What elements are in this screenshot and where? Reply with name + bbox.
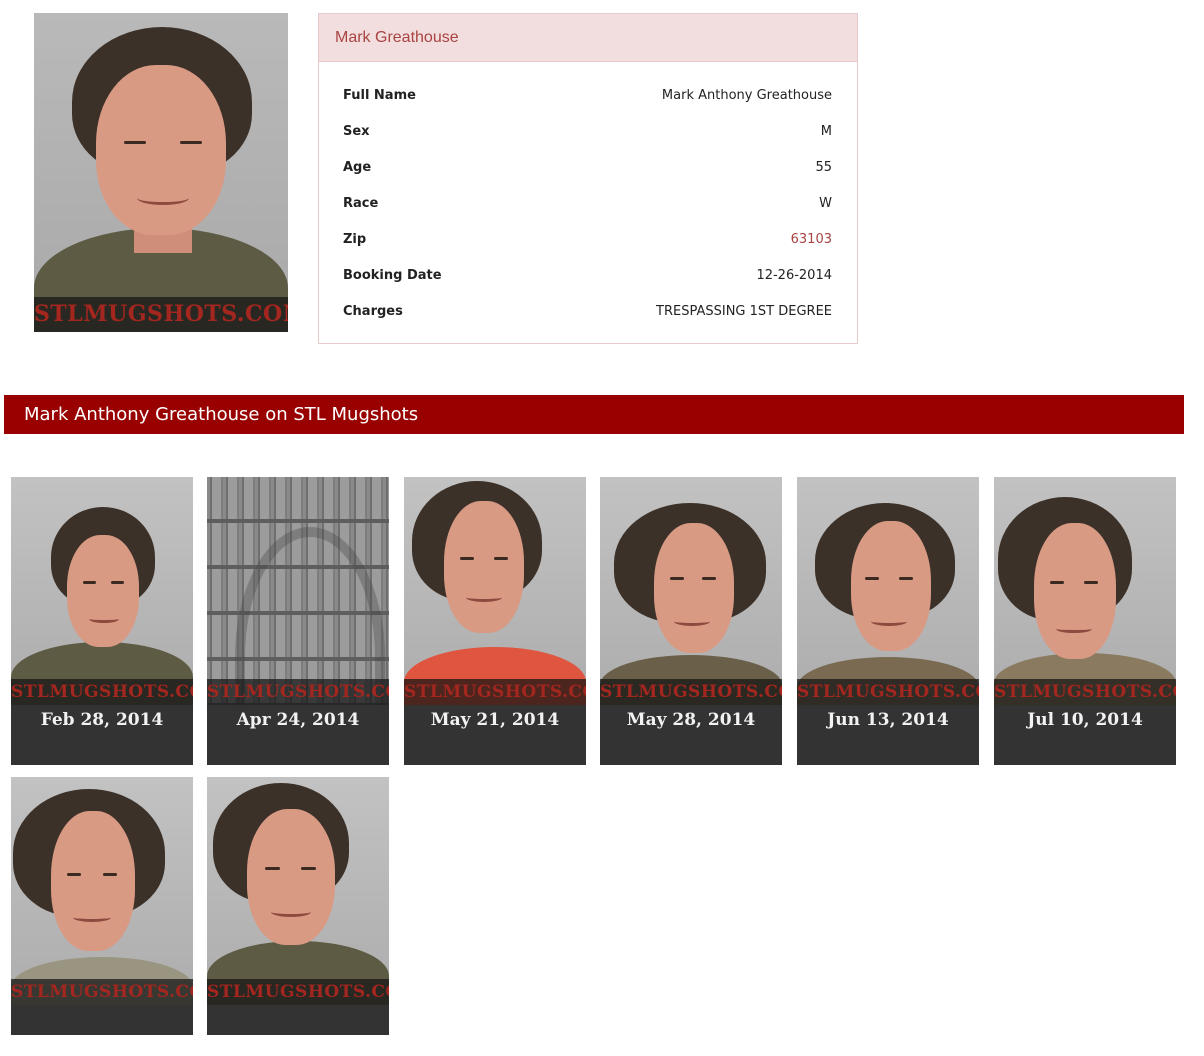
watermark: STLMUGSHOTS.COM [207, 979, 389, 1005]
detail-row-age: Age 55 [343, 149, 832, 185]
detail-row-zip: Zip 63103 [343, 221, 832, 257]
detail-label: Zip [343, 231, 367, 247]
mugshot-thumbnail[interactable]: STLMUGSHOTS.COM [11, 777, 193, 1035]
thumbnail-photo: STLMUGSHOTS.COM [404, 477, 586, 705]
detail-value: TRESPASSING 1ST DEGREE [656, 303, 832, 319]
thumbnail-date: Jun 13, 2014 [827, 710, 949, 730]
thumbnail-photo: STLMUGSHOTS.COM [11, 777, 193, 1005]
watermark: STLMUGSHOTS.COM [34, 297, 288, 332]
watermark: STLMUGSHOTS.COM [207, 679, 389, 705]
watermark: STLMUGSHOTS.COM [11, 679, 193, 705]
thumbnail-date [207, 1005, 389, 1035]
detail-label: Booking Date [343, 267, 442, 283]
profile-info-card: Mark Greathouse Full Name Mark Anthony G… [318, 13, 858, 344]
thumbnail-date: May 21, 2014 [430, 710, 560, 730]
detail-value: M [820, 123, 832, 139]
portrait-image [34, 13, 288, 332]
detail-row-sex: Sex M [343, 113, 832, 149]
mugshot-thumbnail[interactable]: STLMUGSHOTS.COM May 21, 2014 [404, 477, 586, 765]
main-mugshot-photo: STLMUGSHOTS.COM [34, 13, 288, 332]
thumbnail-photo: STLMUGSHOTS.COM [994, 477, 1176, 705]
detail-label: Race [343, 195, 379, 211]
mugshot-thumbnail[interactable]: STLMUGSHOTS.COM Jun 13, 2014 [797, 477, 979, 765]
detail-row-booking-date: Booking Date 12-26-2014 [343, 257, 832, 293]
detail-value: Mark Anthony Greathouse [661, 87, 832, 103]
watermark: STLMUGSHOTS.COM [797, 679, 979, 705]
watermark: STLMUGSHOTS.COM [11, 979, 193, 1005]
zip-link[interactable]: 63103 [791, 232, 832, 247]
thumbnail-photo: STLMUGSHOTS.COM [600, 477, 782, 705]
detail-label: Full Name [343, 87, 416, 103]
watermark: STLMUGSHOTS.COM [600, 679, 782, 705]
detail-label: Sex [343, 123, 370, 139]
detail-value: W [819, 195, 832, 211]
profile-name-heading: Mark Greathouse [319, 14, 857, 62]
mugshot-thumbnail[interactable]: STLMUGSHOTS.COM [207, 777, 389, 1035]
thumbnail-photo: STLMUGSHOTS.COM [11, 477, 193, 705]
thumbnail-date: Jul 10, 2014 [1027, 710, 1143, 730]
detail-row-race: Race W [343, 185, 832, 221]
no-photo-placeholder: STLMUGSHOTS.COM [207, 477, 389, 705]
thumbnail-photo: STLMUGSHOTS.COM [207, 777, 389, 1005]
watermark: STLMUGSHOTS.COM [994, 679, 1176, 705]
detail-row-charges: Charges TRESPASSING 1ST DEGREE [343, 293, 832, 329]
mugshot-thumbnail[interactable]: STLMUGSHOTS.COM Apr 24, 2014 [207, 477, 389, 765]
mugshot-thumbnail[interactable]: STLMUGSHOTS.COM May 28, 2014 [600, 477, 782, 765]
detail-value: 55 [815, 159, 832, 175]
detail-label: Age [343, 159, 372, 175]
section-banner: Mark Anthony Greathouse on STL Mugshots [4, 395, 1184, 434]
thumbnail-date: Feb 28, 2014 [40, 710, 164, 730]
thumbnail-date: Apr 24, 2014 [236, 710, 360, 730]
thumbnail-date: May 28, 2014 [626, 710, 756, 730]
mugshot-thumbnail[interactable]: STLMUGSHOTS.COM Jul 10, 2014 [994, 477, 1176, 765]
detail-label: Charges [343, 303, 403, 319]
watermark: STLMUGSHOTS.COM [404, 679, 586, 705]
profile-details-table: Full Name Mark Anthony Greathouse Sex M … [343, 77, 832, 329]
detail-row-full-name: Full Name Mark Anthony Greathouse [343, 77, 832, 113]
detail-value: 12-26-2014 [756, 267, 832, 283]
mugshot-thumbnail[interactable]: STLMUGSHOTS.COM Feb 28, 2014 [11, 477, 193, 765]
thumbnail-date [11, 1005, 193, 1035]
thumbnail-photo: STLMUGSHOTS.COM [797, 477, 979, 705]
